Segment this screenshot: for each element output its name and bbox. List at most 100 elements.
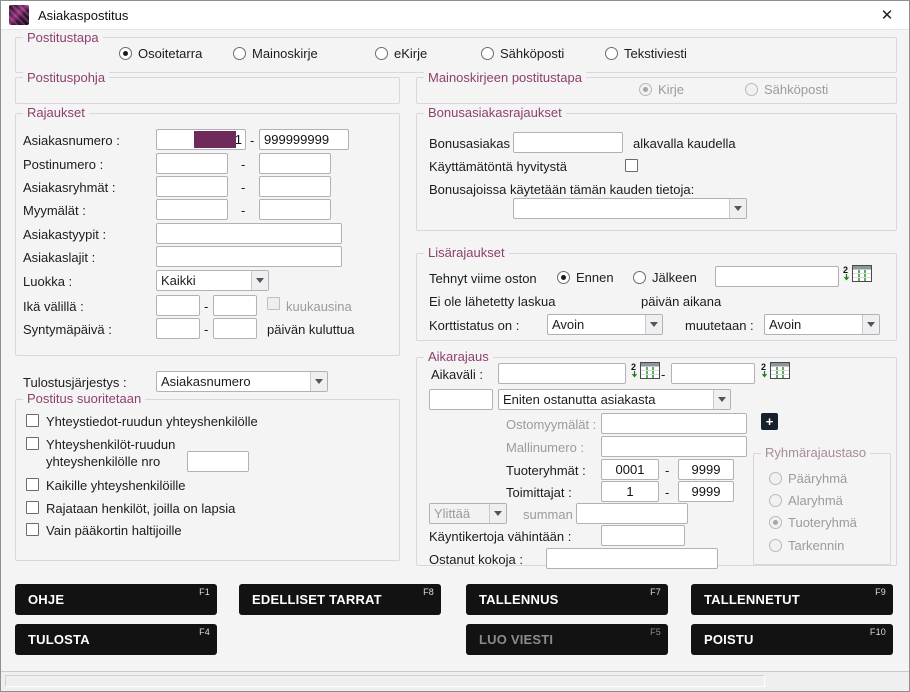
bonuskausi-select[interactable]: [513, 198, 747, 219]
yhteyshenkilot-label: Yhteyshenkilöt-ruudun: [46, 437, 175, 452]
ika-to-input[interactable]: [213, 295, 257, 316]
close-icon[interactable]: ✕: [873, 1, 901, 29]
asiakasryhmat-from-input[interactable]: [156, 176, 228, 197]
summan-input[interactable]: [576, 503, 688, 524]
syntymapaiva-from-input[interactable]: [156, 318, 200, 339]
kayntikertoja-input[interactable]: [601, 525, 685, 546]
add-ostomyymala-button[interactable]: +: [761, 413, 778, 430]
suoritetaan-legend: Postitus suoritetaan: [23, 391, 145, 406]
eniten-select[interactable]: Eniten ostanutta asiakasta: [498, 389, 731, 410]
ostanut-kokoja-label: Ostanut kokoja :: [429, 552, 523, 567]
asiakasryhmat-to-input[interactable]: [259, 176, 331, 197]
mainoskirje-legend: Mainoskirjeen postitustapa: [424, 70, 586, 85]
radio-mainoskirje[interactable]: Mainoskirje: [233, 46, 318, 61]
myymalat-from-input[interactable]: [156, 199, 228, 220]
range-dash: -: [204, 299, 208, 314]
asiakasnumero-from-input[interactable]: [156, 129, 246, 150]
date-picker-icon[interactable]: 2: [843, 264, 873, 286]
radio-jalkeen[interactable]: Jälkeen: [633, 270, 697, 285]
asiakasnumero-from-field[interactable]: [156, 129, 246, 150]
yhteystiedot-label: Yhteystiedot-ruudun yhteyshenkilölle: [46, 414, 258, 429]
radio-label: Tekstiviesti: [624, 46, 687, 61]
korttistatus-value: Avoin: [548, 317, 645, 332]
myymalat-to-input[interactable]: [259, 199, 331, 220]
chevron-down-icon: [310, 372, 327, 391]
tulostusjarjestys-select[interactable]: Asiakasnumero: [156, 371, 328, 392]
rajataan-lapsia-checkbox[interactable]: [26, 501, 39, 514]
toimittajat-to-input[interactable]: [678, 481, 734, 502]
toimittajat-from-input[interactable]: [601, 481, 659, 502]
tuoteryhmat-from-input[interactable]: [601, 459, 659, 480]
radio-tuoteryhma: Tuoteryhmä: [769, 515, 857, 530]
button-label: TALLENNETUT: [704, 592, 800, 607]
svg-text:2: 2: [843, 265, 848, 275]
lisarajaukset-legend: Lisärajaukset: [424, 245, 509, 260]
yhteystiedot-checkbox[interactable]: [26, 414, 39, 427]
radio-icon: [769, 494, 782, 507]
paakortin-checkbox[interactable]: [26, 523, 39, 536]
radio-sahkoposti[interactable]: Sähköposti: [481, 46, 564, 61]
radio-ennen[interactable]: Ennen: [557, 270, 614, 285]
date-picker-icon[interactable]: 2: [631, 361, 661, 383]
radio-label: eKirje: [394, 46, 427, 61]
poistu-button[interactable]: POISTU F10: [691, 624, 893, 655]
asiakaslajit-input[interactable]: [156, 246, 342, 267]
asiakasnumero-to-input[interactable]: [259, 129, 349, 150]
asiakastyypit-label: Asiakastyypit :: [23, 227, 106, 242]
ika-from-input[interactable]: [156, 295, 200, 316]
muutetaan-select[interactable]: Avoin: [764, 314, 880, 335]
korttistatus-label: Korttistatus on :: [429, 318, 519, 333]
date-picker-icon[interactable]: 2: [761, 361, 791, 383]
ylittaa-select[interactable]: Ylittää: [429, 503, 507, 524]
hyvitys-label: Käyttämätöntä hyvitystä: [429, 159, 567, 174]
button-label: TULOSTA: [28, 632, 90, 647]
aikavali-from-input[interactable]: [498, 363, 626, 384]
radio-label: Tarkennin: [788, 538, 844, 553]
rajataan-lapsia-label: Rajataan henkilöt, joilla on lapsia: [46, 501, 235, 516]
bonusasiakas-input[interactable]: [513, 132, 623, 153]
radio-icon: [119, 47, 132, 60]
toimittajat-label: Toimittajat :: [506, 485, 572, 500]
postinumero-to-input[interactable]: [259, 153, 331, 174]
tallennetut-button[interactable]: TALLENNETUT F9: [691, 584, 893, 615]
tulosta-button[interactable]: TULOSTA F4: [15, 624, 217, 655]
asiakastyypit-input[interactable]: [156, 223, 342, 244]
kaikille-checkbox[interactable]: [26, 478, 39, 491]
tallennus-button[interactable]: TALLENNUS F7: [466, 584, 668, 615]
radio-label: Jälkeen: [652, 270, 697, 285]
button-fkey: F7: [650, 587, 661, 597]
radio-icon: [745, 83, 758, 96]
postinumero-from-input[interactable]: [156, 153, 228, 174]
radio-kirje: Kirje: [639, 82, 684, 97]
radio-icon: [375, 47, 388, 60]
svg-text:2: 2: [631, 362, 636, 372]
paakortin-label: Vain pääkortin haltijoille: [46, 523, 182, 538]
ostanut-kokoja-input[interactable]: [546, 548, 718, 569]
summan-label: summan: [523, 507, 573, 522]
eniten-count-input[interactable]: [429, 389, 493, 410]
edelliset-tarrat-button[interactable]: EDELLISET TARRAT F8: [239, 584, 441, 615]
button-label: EDELLISET TARRAT: [252, 592, 382, 607]
radio-osoitetarra[interactable]: Osoitetarra: [119, 46, 202, 61]
radio-label: Sähköposti: [500, 46, 564, 61]
tehnyt-oston-date-input[interactable]: [715, 266, 839, 287]
yhteyshenkilo-nro-input[interactable]: [187, 451, 249, 472]
ostomyymalat-label: Ostomyymälät :: [506, 417, 596, 432]
hyvitys-checkbox[interactable]: [625, 159, 638, 172]
ostomyymalat-input[interactable]: [601, 413, 747, 434]
korttistatus-select[interactable]: Avoin: [547, 314, 663, 335]
aikavali-to-input[interactable]: [671, 363, 755, 384]
tuoteryhmat-to-input[interactable]: [678, 459, 734, 480]
radio-icon: [605, 47, 618, 60]
radio-ekirje[interactable]: eKirje: [375, 46, 427, 61]
mallinumero-input[interactable]: [601, 436, 747, 457]
syntymapaiva-to-input[interactable]: [213, 318, 257, 339]
ohje-button[interactable]: OHJE F1: [15, 584, 217, 615]
ryhmataso-legend: Ryhmärajaustaso: [761, 445, 870, 460]
range-dash: -: [661, 367, 665, 382]
svg-text:2: 2: [761, 362, 766, 372]
chevron-down-icon: [729, 199, 746, 218]
yhteyshenkilot-checkbox[interactable]: [26, 437, 39, 450]
radio-tekstiviesti[interactable]: Tekstiviesti: [605, 46, 687, 61]
luokka-select[interactable]: Kaikki: [156, 270, 269, 291]
